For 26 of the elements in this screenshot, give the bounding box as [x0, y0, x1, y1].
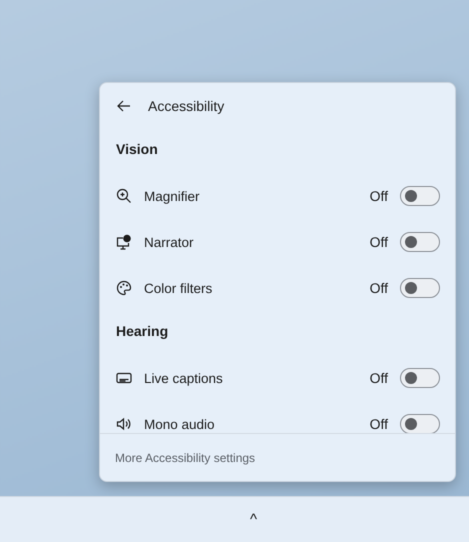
toggle-status: Off [370, 234, 388, 250]
toggle-switch[interactable] [400, 186, 440, 206]
setting-label: Live captions [144, 370, 224, 386]
toggle-switch[interactable] [400, 368, 440, 388]
toggle-status: Off [370, 188, 388, 204]
toggle-switch[interactable] [400, 414, 440, 433]
setting-label: Mono audio [144, 416, 216, 432]
setting-label: Color filters [144, 280, 214, 296]
toggle-switch[interactable] [400, 232, 440, 252]
setting-label: Magnifier [144, 188, 201, 204]
section-heading: Vision [115, 140, 159, 159]
toggle-switch[interactable] [400, 278, 440, 298]
tray-caret[interactable]: ^ [246, 507, 262, 532]
toggle-status: Off [370, 280, 388, 296]
settings-link[interactable]: More Accessibility settings [115, 450, 256, 464]
palette-icon [116, 280, 132, 296]
back-icon[interactable] [116, 98, 132, 114]
monitor-icon [116, 234, 132, 250]
toggle-status: Off [370, 416, 388, 432]
captions-icon [116, 370, 132, 386]
section-heading: Hearing [115, 322, 170, 341]
setting-label: Narrator [144, 234, 195, 250]
panel-title: Accessibility [148, 98, 224, 114]
toggle-status: Off [370, 370, 388, 386]
zoom-in-icon [116, 188, 132, 204]
speaker-icon [116, 416, 132, 432]
